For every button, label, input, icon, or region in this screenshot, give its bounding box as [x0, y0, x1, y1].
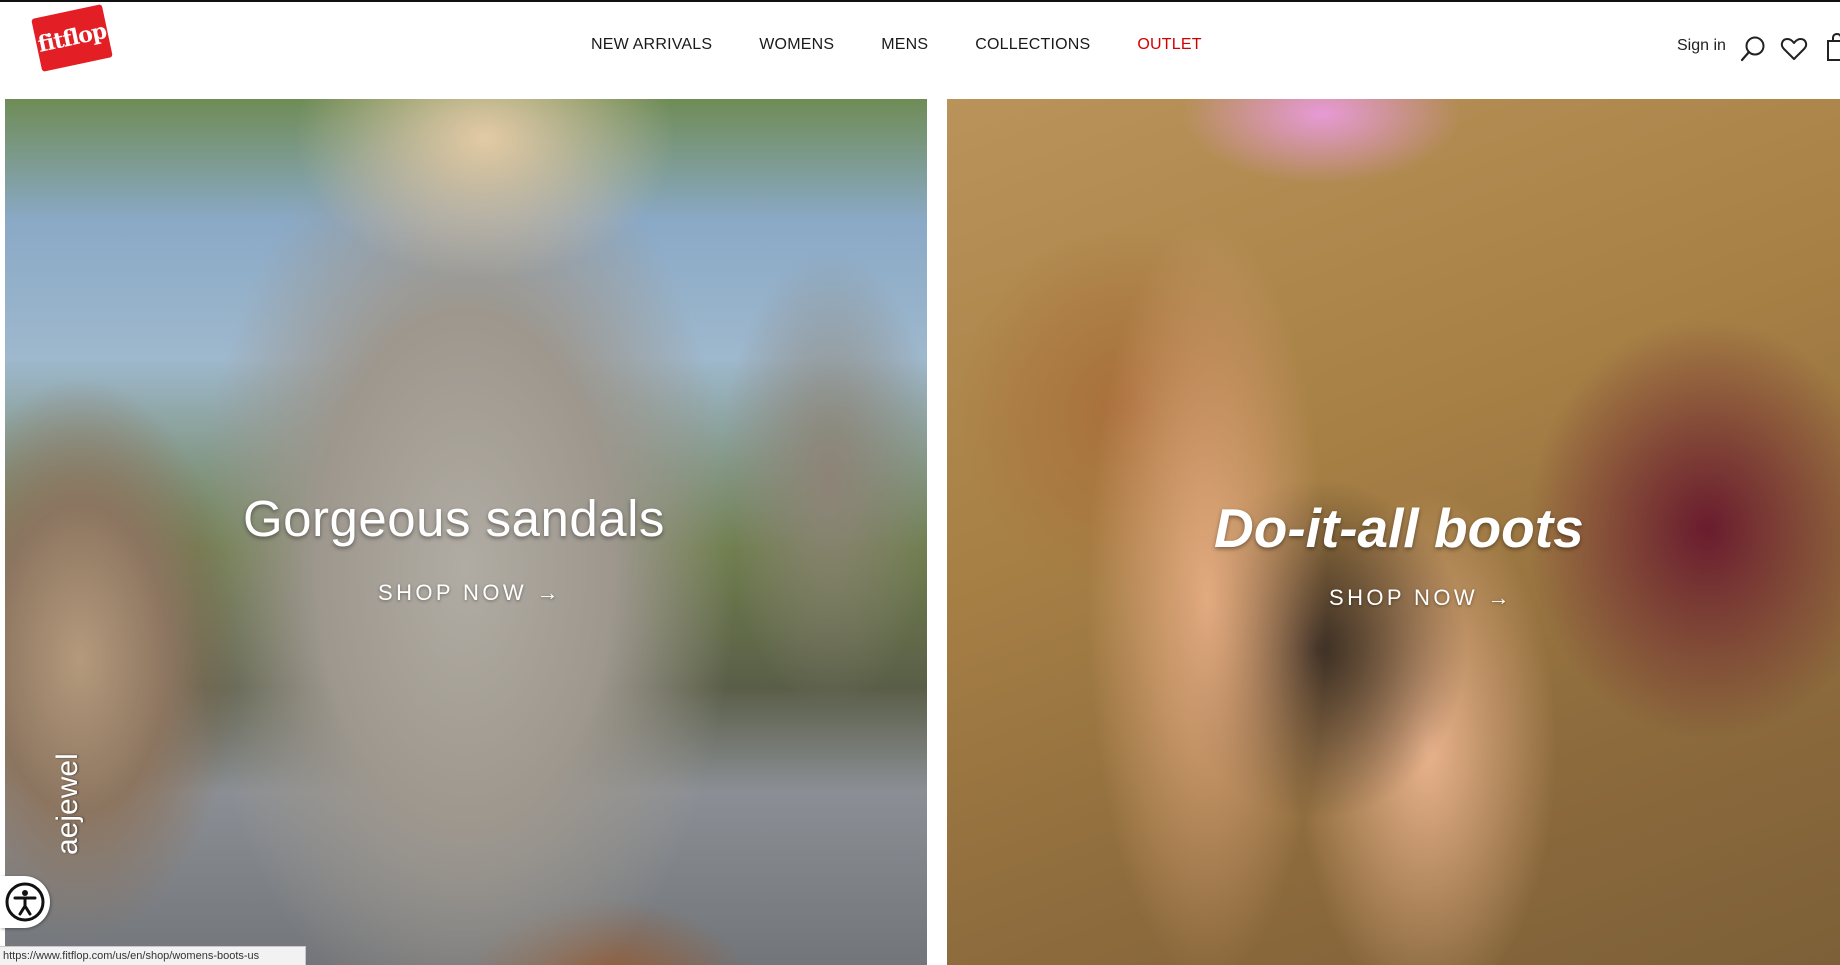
fitflop-logo[interactable]: fitflop — [31, 4, 113, 72]
boots-promo[interactable]: Do-it-all boots SHOP NOW → — [947, 99, 1840, 965]
photo-credit: aejewel — [51, 753, 84, 855]
heart-icon[interactable] — [1780, 36, 1808, 62]
promo-headline: Do-it-all boots — [1214, 497, 1584, 559]
nav-new-arrivals[interactable]: NEW ARRIVALS — [591, 36, 712, 54]
accessibility-button[interactable] — [0, 876, 50, 928]
nav-collections[interactable]: COLLECTIONS — [975, 36, 1090, 54]
site-header: fitflop NEW ARRIVALS WOMENS MENS COLLECT… — [0, 2, 1840, 98]
status-bar-url: https://www.fitflop.com/us/en/shop/women… — [0, 946, 306, 965]
sign-in-link[interactable]: Sign in — [1677, 37, 1726, 55]
accessibility-icon — [5, 882, 45, 922]
nav-outlet[interactable]: OUTLET — [1137, 36, 1201, 54]
logo-text: fitflop — [35, 18, 109, 58]
bag-icon[interactable] — [1826, 32, 1840, 62]
main-nav: NEW ARRIVALS WOMENS MENS COLLECTIONS OUT… — [591, 36, 1202, 54]
shop-now-button[interactable]: SHOP NOW → — [378, 580, 562, 606]
search-icon[interactable] — [1739, 34, 1767, 64]
shop-now-button[interactable]: SHOP NOW → — [1329, 585, 1513, 611]
sandals-promo[interactable]: Gorgeous sandals SHOP NOW → aejewel — [5, 99, 927, 965]
nav-womens[interactable]: WOMENS — [759, 36, 834, 54]
nav-mens[interactable]: MENS — [881, 36, 928, 54]
promo-headline: Gorgeous sandals — [243, 490, 665, 547]
